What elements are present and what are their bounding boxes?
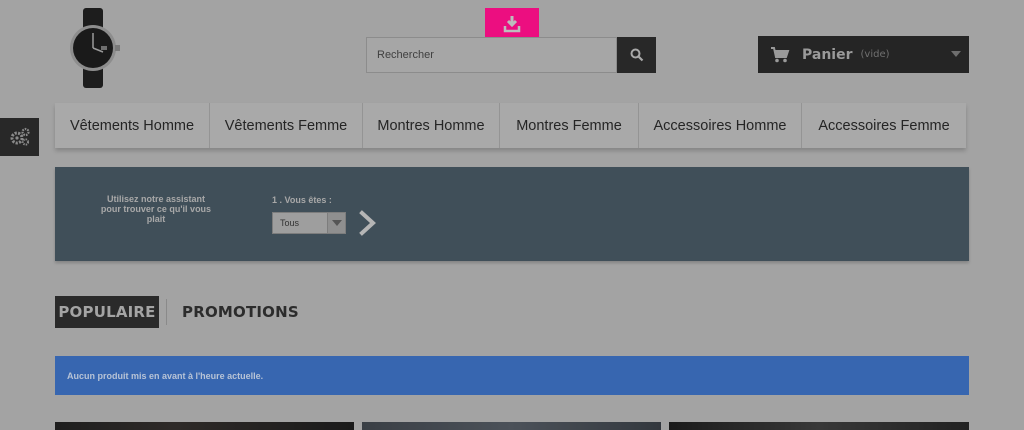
download-badge[interactable] [485,8,539,40]
tab-divider [166,299,167,325]
cart-button[interactable]: Panier (vide) [758,36,969,73]
menu-item-vetements-homme[interactable]: Vêtements Homme [55,103,210,148]
assistant-select[interactable]: Tous [272,212,346,234]
assistant-intro: Utilisez notre assistant pour trouver ce… [100,194,212,224]
tab-promotions[interactable]: PROMOTIONS [182,296,299,328]
chevron-down-icon [951,51,961,57]
cart-icon [771,46,790,62]
info-alert: Aucun produit mis en avant à l'heure act… [55,356,969,395]
menu-item-vetements-femme[interactable]: Vêtements Femme [210,103,363,148]
search-input[interactable] [366,37,617,73]
menu-item-accessoires-homme[interactable]: Accessoires Homme [639,103,802,148]
download-icon [503,16,521,33]
chevron-down-icon [327,213,345,233]
product-thumbnail[interactable] [669,422,969,430]
main-menu: Vêtements Homme Vêtements Femme Montres … [55,103,966,148]
gears-icon [10,127,30,146]
search-bar [366,37,656,73]
menu-item-montres-femme[interactable]: Montres Femme [500,103,639,148]
assistant-select-value: Tous [280,218,300,228]
menu-item-montres-homme[interactable]: Montres Homme [363,103,500,148]
chevron-right-icon [359,210,376,236]
site-logo[interactable] [64,8,122,88]
cart-status: (vide) [860,49,890,60]
assistant-step-label: 1 . Vous êtes : [272,195,332,205]
search-icon [630,48,643,62]
settings-toggle[interactable] [0,118,39,156]
product-thumbnail[interactable] [55,422,354,430]
watch-logo-icon [70,8,120,88]
menu-item-accessoires-femme[interactable]: Accessoires Femme [802,103,966,148]
assistant-next-button[interactable] [358,210,378,236]
cart-label: Panier [802,46,853,63]
search-button[interactable] [617,37,656,73]
product-thumbnail[interactable] [362,422,661,430]
tab-popular[interactable]: POPULAIRE [55,296,159,328]
